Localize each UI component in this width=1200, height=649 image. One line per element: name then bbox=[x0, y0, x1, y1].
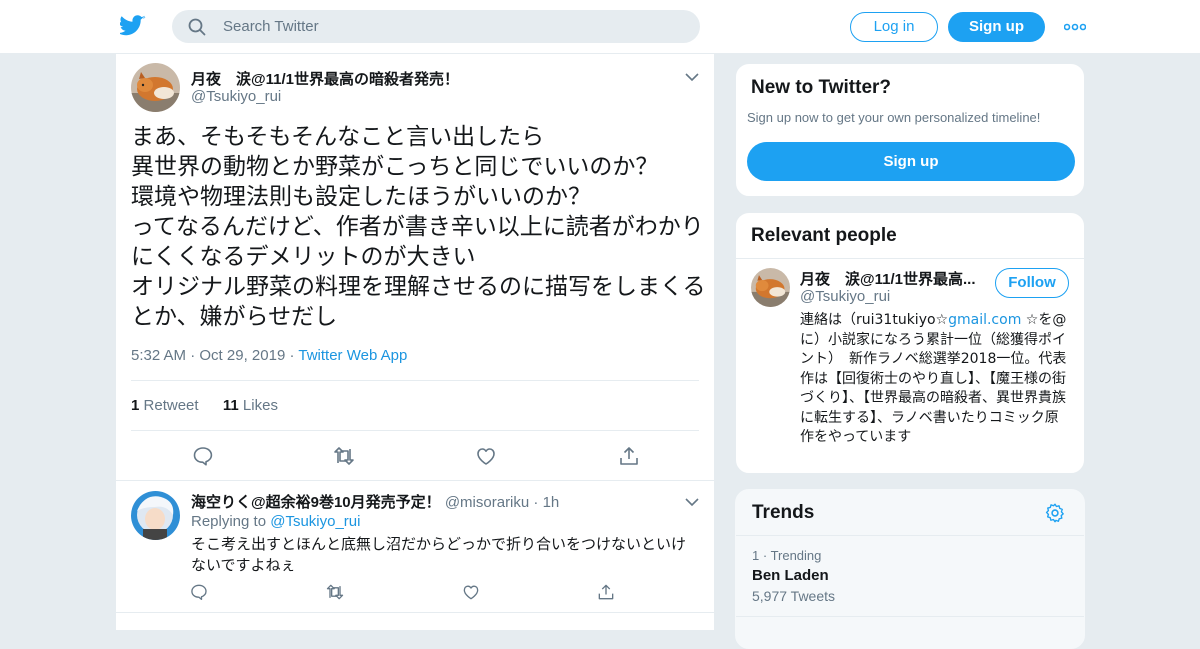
relevant-people-title: Relevant people bbox=[751, 225, 897, 246]
anime-avatar-image bbox=[131, 491, 180, 540]
divider bbox=[736, 258, 1084, 259]
tweet-time[interactable]: 5:32 AM bbox=[131, 347, 186, 364]
reply-text: そこ考え出すとほんと底無し沼だからどっかで折り合いをつけないといけないですよねぇ bbox=[191, 535, 687, 574]
trends-header: Trends bbox=[736, 490, 1084, 536]
search-icon bbox=[188, 18, 206, 36]
signup-button[interactable]: Sign up bbox=[948, 12, 1045, 42]
like-icon[interactable] bbox=[474, 444, 498, 468]
author-name[interactable]: 月夜 涙@11/1世界最高の暗殺者発売！ bbox=[191, 68, 459, 89]
reply-author: 海空りく@超余裕9巻10月発売予定！ @misorariku · 1h bbox=[191, 494, 560, 511]
search-input[interactable]: Search Twitter bbox=[223, 18, 319, 35]
fox-avatar-image bbox=[751, 268, 790, 307]
divider bbox=[131, 380, 699, 381]
reply-age[interactable]: 1h bbox=[543, 494, 560, 511]
tweet-stats: 1 Retweet 11 Likes bbox=[131, 397, 278, 414]
divider bbox=[736, 616, 1084, 617]
reply-icon[interactable] bbox=[189, 582, 209, 602]
relevant-name[interactable]: 月夜 涙@11/1世界最高... bbox=[800, 268, 980, 289]
replying-to: Replying to @Tsukiyo_rui bbox=[191, 513, 361, 530]
login-button[interactable]: Log in bbox=[850, 12, 938, 42]
signup-card-subtitle: Sign up now to get your own personalized… bbox=[747, 110, 1041, 125]
reply-icon[interactable] bbox=[191, 444, 215, 468]
tweet-detail-column: 月夜 涙@11/1世界最高の暗殺者発売！ @Tsukiyo_rui まあ、そもそ… bbox=[115, 54, 715, 630]
divider bbox=[116, 480, 714, 481]
search-bar[interactable]: Search Twitter bbox=[172, 10, 700, 43]
author-avatar[interactable] bbox=[131, 63, 180, 112]
divider bbox=[116, 612, 714, 613]
relevant-people-card: Relevant people 月夜 涙@11/1世界最高... @Tsukiy… bbox=[735, 212, 1085, 474]
reply-author-name[interactable]: 海空りく@超余裕9巻10月発売予定！ bbox=[191, 494, 441, 511]
retweet-icon[interactable] bbox=[325, 582, 345, 602]
like-stat[interactable]: 11 Likes bbox=[223, 397, 278, 414]
relevant-avatar[interactable] bbox=[751, 268, 790, 307]
trend-tweet-count: 5,977 Tweets bbox=[752, 588, 836, 604]
reply-author-avatar[interactable] bbox=[131, 491, 180, 540]
top-bar: Search Twitter Log in Sign up bbox=[0, 0, 1200, 54]
chevron-down-icon[interactable] bbox=[684, 71, 700, 83]
tweet-text: まあ、そもそもそんなこと言い出したら 異世界の動物とか野菜がこっちと同じでいいの… bbox=[131, 124, 706, 330]
retweet-stat[interactable]: 1 Retweet bbox=[131, 397, 199, 414]
reply-author-handle[interactable]: @misorariku bbox=[445, 494, 529, 511]
trends-title: Trends bbox=[752, 502, 815, 523]
fox-avatar-image bbox=[131, 63, 180, 112]
chevron-down-icon[interactable] bbox=[684, 496, 700, 508]
twitter-bird-icon[interactable] bbox=[120, 14, 146, 38]
trend-context: 1 · Trending bbox=[752, 548, 822, 563]
share-icon[interactable] bbox=[617, 444, 641, 468]
signup-card-title: New to Twitter? bbox=[751, 77, 892, 98]
like-icon[interactable] bbox=[461, 582, 481, 602]
tweet-source[interactable]: Twitter Web App bbox=[298, 347, 407, 364]
more-icon[interactable] bbox=[1064, 18, 1086, 36]
bio-link[interactable]: gmail.com bbox=[948, 312, 1021, 328]
trend-name[interactable]: Ben Laden bbox=[752, 567, 829, 584]
relevant-bio: 連絡は（rui31tukiyo☆gmail.com ☆を@に）小説家になろう累計… bbox=[800, 312, 1067, 445]
retweet-icon[interactable] bbox=[332, 444, 356, 468]
signup-card-button[interactable]: Sign up bbox=[747, 142, 1075, 181]
tweet-date[interactable]: Oct 29, 2019 bbox=[199, 347, 285, 364]
divider bbox=[131, 430, 699, 431]
trends-card: Trends 1 · Trending Ben Laden 5,977 Twee… bbox=[735, 489, 1085, 649]
replying-to-link[interactable]: @Tsukiyo_rui bbox=[270, 513, 360, 530]
tweet-timestamp: 5:32 AM · Oct 29, 2019 · Twitter Web App bbox=[131, 347, 408, 364]
settings-gear-icon[interactable] bbox=[1044, 502, 1066, 524]
author-handle[interactable]: @Tsukiyo_rui bbox=[191, 88, 281, 105]
relevant-handle[interactable]: @Tsukiyo_rui bbox=[800, 288, 890, 305]
share-icon[interactable] bbox=[596, 582, 616, 602]
follow-button[interactable]: Follow bbox=[995, 268, 1069, 298]
signup-card: New to Twitter? Sign up now to get your … bbox=[735, 63, 1085, 197]
